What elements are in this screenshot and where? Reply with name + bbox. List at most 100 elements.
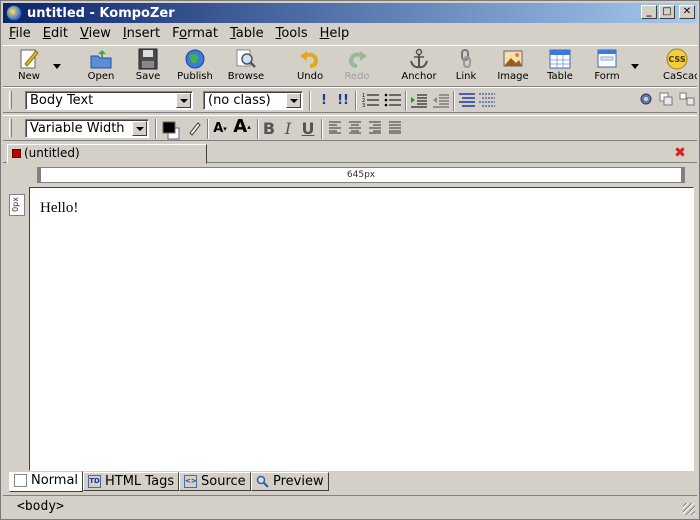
- minimize-button[interactable]: _: [641, 5, 657, 19]
- chain-link-icon: [454, 48, 478, 70]
- format-toolbar-1: Body Text (no class) ! !! 123: [3, 87, 697, 113]
- kompozer-app-icon[interactable]: [6, 5, 22, 21]
- align-left-icon[interactable]: [327, 120, 343, 138]
- close-tab-icon[interactable]: ✖: [673, 146, 687, 160]
- vertical-ruler: 0px: [9, 194, 25, 216]
- tab-source[interactable]: <> Source: [179, 472, 251, 491]
- align-right-icon[interactable]: [367, 120, 383, 138]
- toolbar-separator: [405, 91, 407, 111]
- tab-html-tags-label: HTML Tags: [105, 474, 175, 489]
- menu-edit[interactable]: Edit: [37, 26, 74, 41]
- paragraph-format-select[interactable]: Body Text: [25, 91, 193, 110]
- document-tab-untitled[interactable]: (untitled): [7, 144, 207, 164]
- definition-description-icon[interactable]: [477, 92, 497, 110]
- emphasis-icon[interactable]: !: [317, 92, 331, 110]
- tab-html-tags[interactable]: TD HTML Tags: [83, 472, 179, 491]
- new-dropdown-arrow-icon[interactable]: [53, 64, 61, 69]
- svg-text:3: 3: [362, 103, 365, 108]
- font-face-select[interactable]: Variable Width: [25, 119, 149, 138]
- open-folder-icon: [89, 48, 113, 70]
- toolbar-separator: [155, 119, 157, 139]
- open-button[interactable]: Open: [77, 48, 125, 86]
- cascades-button[interactable]: CSS CaScades: [657, 48, 697, 86]
- undo-button[interactable]: Undo: [286, 48, 334, 86]
- toolbar-separator: [321, 119, 323, 139]
- redo-button[interactable]: Redo: [333, 48, 381, 86]
- menu-bar: File Edit View Insert Format Table Tools…: [3, 23, 697, 43]
- close-window-button[interactable]: ✕: [679, 5, 695, 19]
- menu-format[interactable]: Format: [166, 26, 224, 41]
- document-body-text[interactable]: Hello!: [40, 200, 78, 217]
- edit-mode-bar: Normal TD HTML Tags <> Source Preview: [3, 471, 697, 493]
- align-center-icon[interactable]: [347, 120, 363, 138]
- browse-button-label: Browse: [227, 71, 265, 82]
- chevron-down-icon[interactable]: [176, 93, 191, 108]
- table-grid-icon: [548, 48, 572, 70]
- highlight-pen-icon[interactable]: [187, 120, 203, 138]
- link-button[interactable]: Link: [442, 48, 490, 86]
- tab-preview[interactable]: Preview: [251, 472, 329, 491]
- resize-grip-icon[interactable]: [683, 503, 695, 515]
- text-color-icon[interactable]: [161, 120, 185, 140]
- positioning-icon[interactable]: [679, 92, 695, 110]
- chevron-down-icon[interactable]: [286, 93, 301, 108]
- image-button-label: Image: [497, 71, 529, 82]
- menu-edit-label: dit: [51, 25, 68, 41]
- menu-insert[interactable]: Insert: [117, 26, 166, 41]
- decrease-font-size-icon[interactable]: A▾: [211, 120, 229, 138]
- status-bar: <body>: [3, 495, 697, 517]
- form-button[interactable]: Form: [583, 48, 631, 86]
- font-face-value: Variable Width: [30, 121, 125, 136]
- horizontal-ruler: 645px: [37, 167, 685, 183]
- menu-view[interactable]: View: [74, 26, 117, 41]
- chevron-down-icon[interactable]: [132, 121, 147, 136]
- menu-view-accesskey: V: [79, 25, 89, 41]
- justify-icon[interactable]: [387, 120, 403, 138]
- indent-icon[interactable]: [431, 92, 451, 110]
- save-button-label: Save: [135, 71, 161, 82]
- numbered-list-icon[interactable]: 123: [361, 92, 381, 110]
- image-button[interactable]: Image: [489, 48, 537, 86]
- format-toolbar-2: Variable Width A▾ A▴ B I U: [3, 115, 697, 141]
- strong-emphasis-icon[interactable]: !!: [335, 92, 351, 110]
- magnifier-icon: [234, 48, 258, 70]
- menu-file[interactable]: File: [3, 26, 37, 41]
- tab-normal[interactable]: Normal: [9, 471, 83, 492]
- new-button[interactable]: New: [5, 48, 53, 86]
- table-button-label: Table: [547, 71, 573, 82]
- italic-icon[interactable]: I: [281, 120, 295, 138]
- toolbar-separator: [207, 119, 209, 139]
- paragraph-format-value: Body Text: [30, 93, 94, 108]
- menu-view-label: iew: [88, 25, 111, 41]
- wysiwyg-editor[interactable]: Hello!: [29, 187, 694, 471]
- definition-term-icon[interactable]: [457, 92, 477, 110]
- form-button-label: Form: [594, 71, 620, 82]
- menu-tools[interactable]: Tools: [270, 26, 314, 41]
- maximize-button[interactable]: □: [659, 5, 675, 19]
- globe-icon: [183, 48, 207, 70]
- cascades-button-label: CaScades: [663, 71, 697, 82]
- document-tab-label: (untitled): [24, 146, 80, 160]
- bulleted-list-icon[interactable]: [383, 92, 403, 110]
- increase-font-size-icon[interactable]: A▴: [231, 118, 253, 136]
- publish-button[interactable]: Publish: [171, 48, 219, 86]
- redo-arrow-icon: [345, 48, 369, 70]
- browse-button[interactable]: Browse: [222, 48, 270, 86]
- bold-icon[interactable]: B: [261, 120, 277, 138]
- menu-help[interactable]: Help: [314, 26, 356, 41]
- toolbar-grip[interactable]: [9, 119, 12, 137]
- menu-table[interactable]: Table: [224, 26, 270, 41]
- form-dropdown-arrow-icon[interactable]: [631, 64, 639, 69]
- preferences-gear-icon[interactable]: [639, 92, 653, 110]
- table-button[interactable]: Table: [536, 48, 584, 86]
- title-bar[interactable]: untitled - KompoZer _ □ ✕: [3, 3, 697, 23]
- underline-icon[interactable]: U: [299, 120, 317, 138]
- element-path[interactable]: <body>: [17, 499, 64, 514]
- layer-icon[interactable]: [659, 92, 673, 110]
- outdent-icon[interactable]: [409, 92, 429, 110]
- anchor-button[interactable]: Anchor: [395, 48, 443, 86]
- toolbar-grip[interactable]: [9, 91, 12, 109]
- class-select[interactable]: (no class): [203, 91, 303, 110]
- window-title: untitled - KompoZer: [27, 5, 175, 21]
- save-button[interactable]: Save: [124, 48, 172, 86]
